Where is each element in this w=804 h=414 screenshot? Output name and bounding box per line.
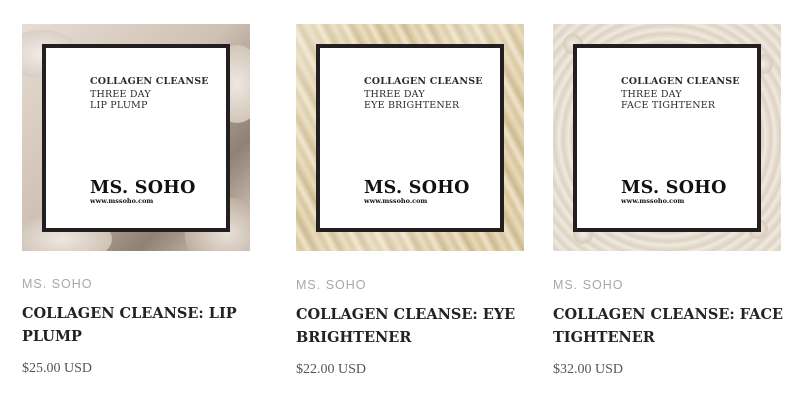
product-label-frame: COLLAGEN CLEANSE THREE DAY FACE TIGHTENE… <box>573 44 761 232</box>
label-line-3: FACE TIGHTENER <box>621 100 716 111</box>
label-brand-logo: MS. SOHO <box>621 178 727 198</box>
product-price: $25.00 USD <box>22 361 93 376</box>
label-line-1: COLLAGEN CLEANSE <box>90 76 209 87</box>
label-brand-logo: MS. SOHO <box>364 178 470 198</box>
label-brand-url: www.mssoho.com <box>364 197 428 205</box>
product-label-frame: COLLAGEN CLEANSE THREE DAY EYE BRIGHTENE… <box>316 44 504 232</box>
label-brand-logo: MS. SOHO <box>90 178 196 198</box>
label-line-3: LIP PLUMP <box>90 100 148 111</box>
label-line-1: COLLAGEN CLEANSE <box>621 76 740 87</box>
product-label-frame: COLLAGEN CLEANSE THREE DAY LIP PLUMP MS.… <box>42 44 230 232</box>
product-vendor: MS. SOHO <box>553 278 624 292</box>
product-price: $22.00 USD <box>296 362 367 377</box>
product-vendor: MS. SOHO <box>22 277 93 291</box>
label-line-1: COLLAGEN CLEANSE <box>364 76 483 87</box>
product-image[interactable]: COLLAGEN CLEANSE THREE DAY LIP PLUMP MS.… <box>22 24 250 251</box>
product-vendor: MS. SOHO <box>296 278 367 292</box>
label-line-3: EYE BRIGHTENER <box>364 100 460 111</box>
product-title-link[interactable]: COLLAGEN CLEANSE: FACE TIGHTENER <box>553 303 793 349</box>
product-image[interactable]: COLLAGEN CLEANSE THREE DAY FACE TIGHTENE… <box>553 24 781 251</box>
product-title-link[interactable]: COLLAGEN CLEANSE: LIP PLUMP <box>22 302 262 348</box>
product-image[interactable]: COLLAGEN CLEANSE THREE DAY EYE BRIGHTENE… <box>296 24 524 251</box>
product-price: $32.00 USD <box>553 362 624 377</box>
label-brand-url: www.mssoho.com <box>621 197 685 205</box>
product-title-link[interactable]: COLLAGEN CLEANSE: EYE BRIGHTENER <box>296 303 536 349</box>
label-brand-url: www.mssoho.com <box>90 197 154 205</box>
